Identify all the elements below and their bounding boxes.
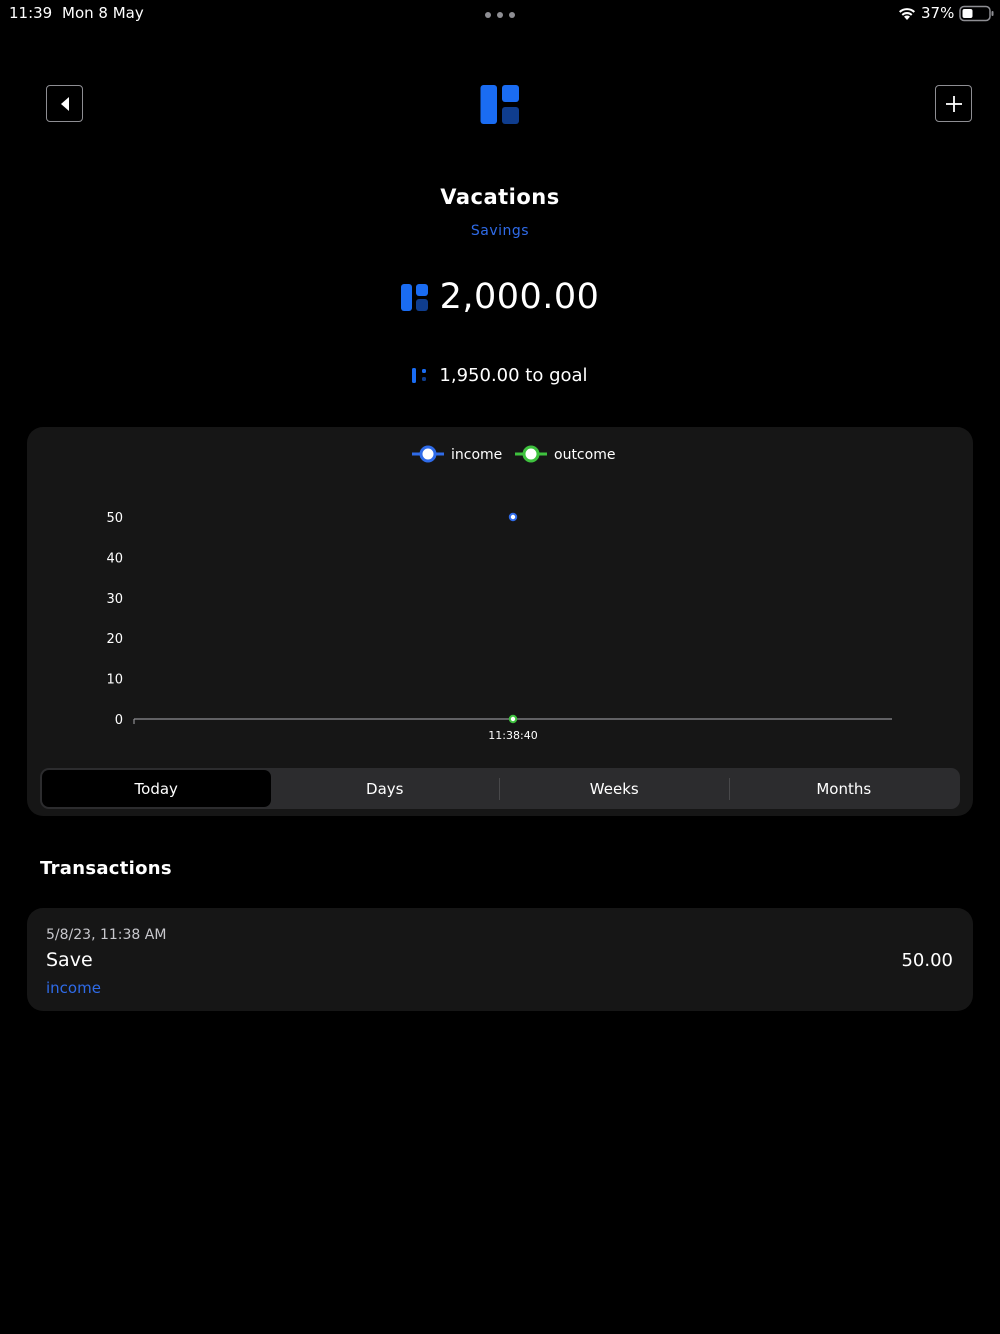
legend-item-outcome[interactable]: outcome: [515, 445, 615, 463]
y-tick-label: 20: [106, 632, 123, 647]
transaction-amount: 50.00: [901, 950, 953, 971]
goal-title: Vacations: [440, 185, 560, 209]
x-tick-label: 11:38:40: [488, 729, 537, 742]
chart-plot: 0 10 20 30 40 50 11:38:40: [106, 511, 892, 742]
balance-row: 2,000.00: [0, 274, 1000, 320]
transaction-date: 5/8/23, 11:38 AM: [46, 927, 167, 943]
tab-days[interactable]: Days: [271, 770, 500, 807]
balance-icon: [400, 283, 428, 311]
data-point-outcome: [508, 714, 518, 724]
transaction-name: Save: [46, 949, 93, 971]
plus-icon: [945, 95, 962, 112]
y-tick-label: 0: [115, 713, 123, 728]
to-goal-text: 1,950.00 to goal: [439, 364, 588, 386]
data-point-income: [508, 512, 518, 522]
y-tick-label: 50: [106, 511, 123, 526]
battery-icon: [959, 5, 994, 22]
legend-item-income[interactable]: income: [412, 445, 502, 463]
app-logo-icon: [480, 85, 519, 124]
goal-category: Savings: [470, 223, 530, 239]
legend-income-label: income: [451, 447, 502, 463]
battery-percentage: 37%: [921, 4, 955, 22]
chart: income outcome 0 10 20 30 40 50 11:38:40: [106, 445, 892, 742]
range-segmented-control[interactable]: Today Days Weeks Months: [40, 768, 960, 809]
tab-today[interactable]: Today: [42, 770, 271, 807]
chart-card: income outcome 0 10 20 30 40 50 11:38:40 Today…: [27, 427, 973, 816]
transaction-type: income: [46, 979, 101, 997]
y-tick-label: 10: [106, 673, 123, 688]
to-goal-row: 1,950.00 to goal: [0, 362, 1000, 388]
chart-legend: income outcome: [412, 445, 615, 463]
back-button[interactable]: [46, 85, 83, 122]
legend-outcome-label: outcome: [554, 447, 615, 463]
transactions-title: Transactions: [40, 858, 172, 879]
add-button[interactable]: [935, 85, 972, 122]
goal-remaining-icon: [412, 367, 427, 383]
status-date: Mon 8 May: [62, 4, 144, 22]
y-tick-label: 40: [106, 551, 123, 566]
wifi-icon: [899, 8, 915, 20]
transaction-item[interactable]: 5/8/23, 11:38 AM Save income 50.00: [27, 908, 973, 1011]
y-tick-label: 30: [106, 592, 123, 607]
tab-weeks[interactable]: Weeks: [500, 770, 729, 807]
back-arrow-icon: [60, 96, 69, 111]
status-bar: 11:39 Mon 8 May 37%: [0, 0, 1000, 30]
tab-months[interactable]: Months: [730, 770, 959, 807]
multitasking-dots-icon[interactable]: [485, 8, 515, 22]
balance-amount: 2,000.00: [439, 277, 600, 317]
status-time: 11:39: [9, 4, 53, 22]
